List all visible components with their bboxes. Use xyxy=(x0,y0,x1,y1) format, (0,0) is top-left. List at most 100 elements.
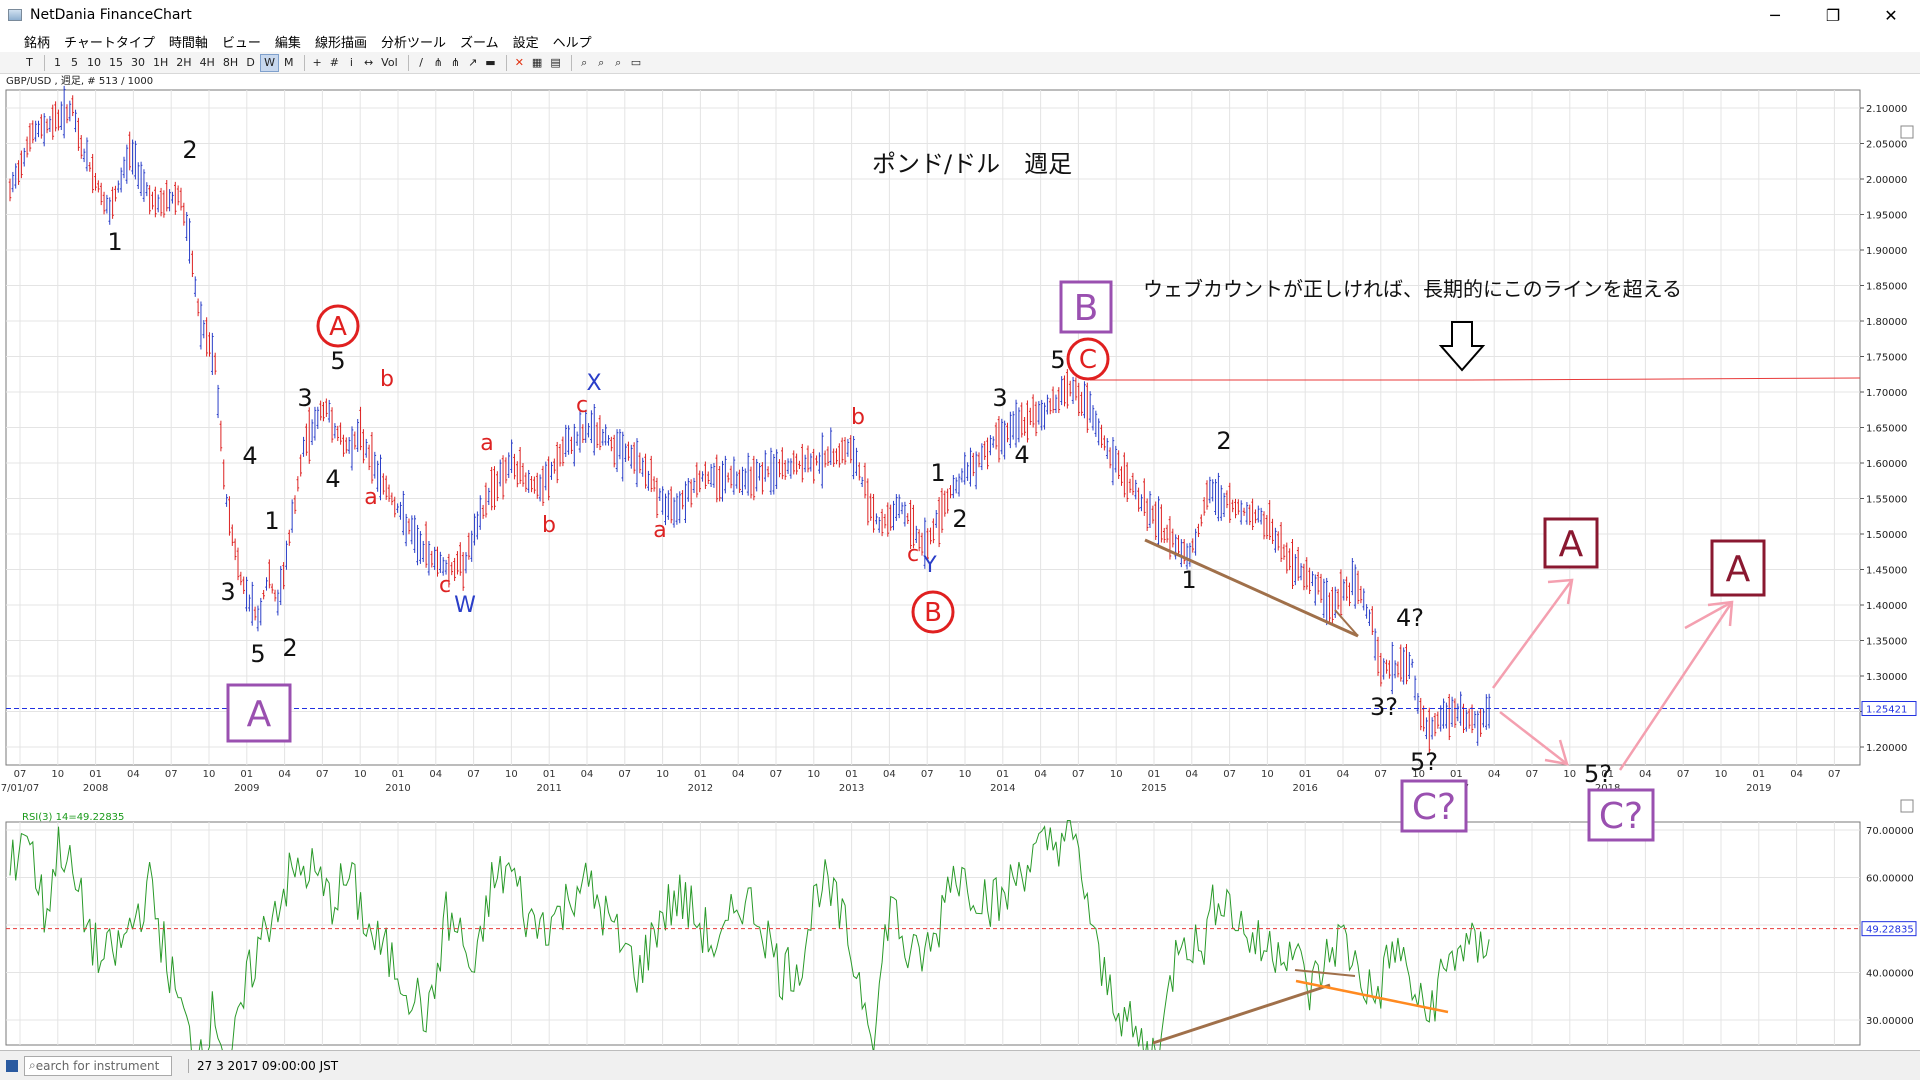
maximize-button[interactable]: ❐ xyxy=(1804,0,1862,30)
wave-label: 5 xyxy=(250,640,265,668)
toolbar-separator xyxy=(407,54,409,71)
toolbar-button-28[interactable]: ⌕ xyxy=(611,54,626,72)
toolbar-button-11[interactable]: W xyxy=(260,53,280,72)
x-year-label: 2010 xyxy=(385,783,410,794)
wave-label: W xyxy=(454,593,476,618)
toolbar-button-4[interactable]: 15 xyxy=(106,54,126,72)
toolbar-button-5[interactable]: 30 xyxy=(128,54,148,72)
toolbar-button-20[interactable]: ⋔ xyxy=(448,54,463,72)
menu-item-8[interactable]: 設定 xyxy=(513,32,539,51)
wave-label: 1 xyxy=(107,228,122,256)
x-tick-label: 10 xyxy=(1261,769,1274,780)
x-tick-label: 04 xyxy=(732,769,745,780)
menu-item-7[interactable]: ズーム xyxy=(460,32,499,51)
wave-label: b xyxy=(851,405,865,430)
x-year-label: 2011 xyxy=(536,783,561,794)
chart-info-label: GBP/USD , 週足, # 513 / 1000 xyxy=(6,75,153,87)
menu-item-5[interactable]: 線形描画 xyxy=(315,32,367,51)
toolbar-button-25[interactable]: ▤ xyxy=(547,54,563,72)
y-tick-label: 1.80000 xyxy=(1866,317,1907,328)
y-tick-label: 1.70000 xyxy=(1866,388,1907,399)
x-tick-label: 01 xyxy=(89,769,102,780)
wave-label: 2 xyxy=(282,634,297,662)
toolbar-button-17[interactable]: Vol xyxy=(378,54,400,72)
toolbar-button-13[interactable]: + xyxy=(310,54,325,72)
chart-title: ポンド/ドル 週足 xyxy=(872,150,1072,178)
instrument-search-input[interactable]: ⌕ earch for instrument xyxy=(24,1055,172,1076)
toolbar-separator xyxy=(44,54,45,71)
wave-label: Y xyxy=(922,553,937,578)
wave-circle-label: A xyxy=(329,312,347,342)
y-tick-label: 1.55000 xyxy=(1866,495,1907,506)
toolbar-button-8[interactable]: 4H xyxy=(197,54,218,72)
x-year-label: 2008 xyxy=(83,783,108,794)
toolbar-button-27[interactable]: ⌕ xyxy=(594,54,609,72)
wave-label: 3 xyxy=(297,384,312,412)
x-tick-label: 01 xyxy=(543,769,556,780)
toolbar-button-9[interactable]: 8H xyxy=(220,54,241,72)
menu-item-1[interactable]: チャートタイプ xyxy=(64,32,155,51)
toolbar-button-14[interactable]: # xyxy=(327,54,342,72)
toolbar-button-21[interactable]: ↗ xyxy=(465,54,480,72)
chart-area[interactable]: 07 10 01 04 07 10 01 04 07 10 01 04 07 10 01 04 07 10 01 04… xyxy=(0,74,1920,1050)
toolbar-button-0[interactable]: T xyxy=(22,54,37,72)
wave-label: 3 xyxy=(992,384,1007,412)
menu-item-4[interactable]: 編集 xyxy=(275,32,301,51)
x-year-label: 2012 xyxy=(688,783,713,794)
search-placeholder: earch for instrument xyxy=(35,1058,160,1073)
x-tick-label: 04 xyxy=(429,769,442,780)
y-tick-label: 1.40000 xyxy=(1866,601,1907,612)
chart-note: ウェブカウントが正しければ、長期的にこのラインを超える xyxy=(1143,277,1682,301)
x-year-label: 7/01/07 xyxy=(1,783,40,794)
toolbar-button-6[interactable]: 1H xyxy=(150,54,171,72)
wave-label: 1 xyxy=(264,507,279,535)
toolbar-button-18[interactable]: / xyxy=(414,54,429,72)
wave-label: c xyxy=(439,573,451,598)
y-tick-label: 1.60000 xyxy=(1866,459,1907,470)
y-tick-label: 1.75000 xyxy=(1866,353,1907,364)
wave-label: X xyxy=(586,371,601,396)
chart-canvas[interactable]: 07 10 01 04 07 10 01 04 07 10 01 04 07 10 01 04 07 10 01 04… xyxy=(0,74,1920,1050)
rsi-tick-label: 30.00000 xyxy=(1866,1016,1914,1027)
toolbar-button-2[interactable]: 5 xyxy=(67,54,82,72)
toolbar-button-23[interactable]: ✕ xyxy=(512,54,527,72)
minimize-button[interactable]: ─ xyxy=(1746,0,1804,30)
x-tick-label: 10 xyxy=(203,769,216,780)
close-button[interactable]: ✕ xyxy=(1862,0,1920,30)
toolbar-button-10[interactable]: D xyxy=(243,54,258,72)
wave-label: a xyxy=(364,485,377,510)
menu-item-0[interactable]: 銘柄 xyxy=(24,32,50,51)
toolbar-button-16[interactable]: ↔ xyxy=(361,54,376,72)
toolbar-button-29[interactable]: ▭ xyxy=(628,54,644,72)
toolbar-button-24[interactable]: ▦ xyxy=(529,54,545,72)
x-tick-label: 07 xyxy=(770,769,783,780)
panel-toggle-icon xyxy=(1900,125,1914,139)
x-tick-label: 10 xyxy=(959,769,972,780)
y-tick-label: 1.90000 xyxy=(1866,246,1907,257)
toolbar-button-1[interactable]: 1 xyxy=(50,54,65,72)
toolbar-separator xyxy=(303,54,305,71)
menu-item-6[interactable]: 分析ツール xyxy=(381,32,446,51)
current-price-label: 1.25421 xyxy=(1866,705,1907,716)
x-tick-label: 01 xyxy=(1450,769,1463,780)
wave-circle-label: C xyxy=(1079,345,1097,375)
y-tick-label: 1.85000 xyxy=(1866,282,1907,293)
menu-item-2[interactable]: 時間軸 xyxy=(169,32,208,51)
toolbar-button-12[interactable]: M xyxy=(281,54,297,72)
toolbar-button-19[interactable]: ⋔ xyxy=(431,54,446,72)
toolbar-button-7[interactable]: 2H xyxy=(173,54,194,72)
toolbar-button-26[interactable]: ⌕ xyxy=(577,54,592,72)
toolbar-button-3[interactable]: 10 xyxy=(84,54,104,72)
x-tick-label: 01 xyxy=(1752,769,1765,780)
toolbar-button-15[interactable]: i xyxy=(344,54,359,72)
wave-label: 2 xyxy=(1216,427,1231,455)
menu-item-3[interactable]: ビュー xyxy=(222,32,261,51)
x-tick-label: 10 xyxy=(1563,769,1576,780)
menu-item-9[interactable]: ヘルプ xyxy=(553,32,592,51)
x-year-label: 2014 xyxy=(990,783,1015,794)
x-tick-label: 04 xyxy=(1488,769,1501,780)
x-tick-label: 07 xyxy=(921,769,934,780)
x-tick-label: 04 xyxy=(883,769,896,780)
toolbar-separator xyxy=(505,54,507,71)
toolbar-button-22[interactable]: ▬ xyxy=(482,54,498,72)
